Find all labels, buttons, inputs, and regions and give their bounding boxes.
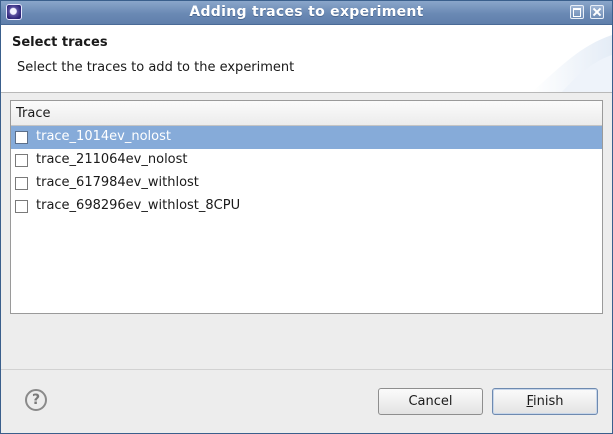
window-title: Adding traces to experiment (189, 4, 424, 20)
wizard-header: Select traces Select the traces to add t… (1, 25, 612, 92)
trace-name: trace_617984ev_withlost (36, 175, 199, 190)
trace-name: trace_211064ev_nolost (36, 152, 188, 167)
help-icon[interactable]: ? (25, 389, 47, 411)
table-row[interactable]: trace_211064ev_nolost (11, 149, 602, 172)
close-button[interactable] (590, 5, 604, 19)
trace-table[interactable]: Trace trace_1014ev_nolost trace_211064ev… (10, 100, 603, 314)
finish-button[interactable]: Finish (492, 388, 598, 415)
footer-separator (1, 369, 612, 370)
table-header[interactable]: Trace (11, 101, 602, 126)
header-separator (1, 92, 612, 93)
row-checkbox[interactable] (15, 154, 28, 167)
table-row[interactable]: trace_617984ev_withlost (11, 172, 602, 195)
row-checkbox[interactable] (15, 200, 28, 213)
column-header-trace[interactable]: Trace (16, 106, 51, 121)
row-checkbox[interactable] (15, 131, 28, 144)
page-description: Select the traces to add to the experime… (17, 60, 295, 75)
finish-label: inish (533, 394, 564, 409)
title-bar[interactable]: Adding traces to experiment (1, 1, 612, 25)
table-row[interactable]: trace_698296ev_withlost_8CPU (11, 195, 602, 218)
banner-decoration (532, 35, 612, 92)
trace-name: trace_698296ev_withlost_8CPU (36, 198, 241, 213)
dialog-window: Adding traces to experiment Select trace… (0, 0, 613, 434)
row-checkbox[interactable] (15, 177, 28, 190)
table-row[interactable]: trace_1014ev_nolost (11, 126, 602, 149)
maximize-button[interactable] (570, 5, 584, 19)
page-title: Select traces (12, 35, 108, 50)
cancel-button[interactable]: Cancel (378, 388, 483, 415)
trace-name: trace_1014ev_nolost (36, 129, 171, 144)
